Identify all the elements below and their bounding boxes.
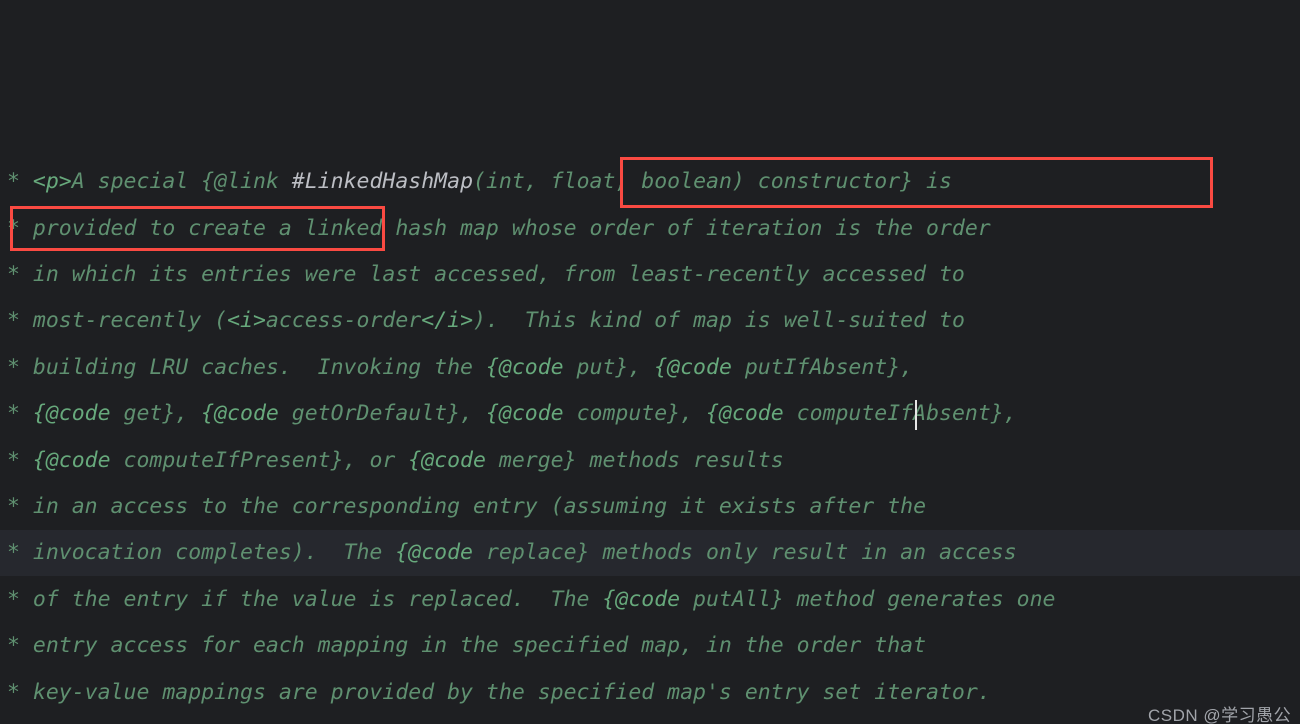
code-token-plain: * provided to create a linked hash map w… (7, 215, 991, 241)
code-line-text: * provided to create a linked hash map w… (7, 206, 1300, 252)
code-token-plain: A special {@link (71, 169, 292, 195)
code-line-text: * <i>No other methods generate entry acc… (7, 716, 1300, 724)
code-token-plain: replace} methods only result in an acces… (473, 540, 1017, 566)
code-editor-view[interactable]: * <p>A special {@link #LinkedHashMap(int… (0, 0, 1300, 724)
code-token-plain: * of the entry if the value is replaced.… (7, 586, 603, 612)
code-line[interactable]: * in an access to the corresponding entr… (0, 484, 1300, 530)
code-token-plain: putAll} method generates one (680, 586, 1056, 612)
code-token-plain: * most-recently ( (7, 308, 228, 334)
code-line-text: * of the entry if the value is replaced.… (7, 577, 1300, 623)
code-token-code: {@code (395, 540, 473, 566)
code-line-text: * invocation completes). The {@code repl… (7, 530, 1300, 576)
code-token-plain: * (7, 447, 33, 473)
code-line[interactable]: * in which its entries were last accesse… (0, 252, 1300, 298)
code-token-plain: * invocation completes). The (7, 540, 396, 566)
code-token-plain: ). This kind of map is well-suited to (473, 308, 965, 334)
code-token-plain: getOrDefault}, (278, 401, 486, 427)
code-token-plain: * key-value mappings are provided by the… (7, 679, 991, 705)
code-line[interactable]: * {@code computeIfPresent}, or {@code me… (0, 438, 1300, 484)
code-token-code: {@code (201, 401, 279, 427)
code-line[interactable]: * entry access for each mapping in the s… (0, 623, 1300, 669)
code-token-code: {@code (485, 354, 564, 380)
code-token-code: {@code (602, 586, 681, 612)
code-token-plain: putIfAbsent}, (731, 354, 914, 380)
code-token-code: {@code (706, 401, 784, 427)
code-token-code: {@code (32, 401, 111, 427)
code-line-text: * in which its entries were last accesse… (7, 252, 1300, 298)
code-line[interactable]: * key-value mappings are provided by the… (0, 670, 1300, 716)
code-token-plain: computeIfPresent}, or (110, 447, 409, 473)
code-line[interactable]: * <i>No other methods generate entry acc… (0, 716, 1300, 724)
code-line-text: * key-value mappings are provided by the… (7, 670, 1300, 716)
code-token-plain: * building LRU caches. Invoking the (7, 354, 486, 380)
code-token-plain: * (7, 401, 33, 427)
code-token-plain: put}, (563, 354, 655, 380)
code-token-code: {@code (408, 447, 486, 473)
code-token-plain: merge} methods results (485, 447, 784, 473)
code-token-plain: computeIfAbsent}, (783, 401, 1017, 427)
code-line-text: * <p>A special {@link #LinkedHashMap(int… (7, 159, 1300, 205)
csdn-watermark: CSDN @学习愚公 (1148, 706, 1292, 724)
code-token-plain: compute}, (563, 401, 707, 427)
code-token-link: #LinkedHashMap (291, 169, 474, 195)
code-line[interactable]: * {@code get}, {@code getOrDefault}, {@c… (0, 391, 1300, 437)
code-token-plain: get}, (110, 401, 202, 427)
code-token-tag: <p> (32, 169, 72, 195)
code-token-plain: access-order (265, 308, 422, 334)
code-token-plain: * in an access to the corresponding entr… (7, 493, 927, 519)
code-line-text: * entry access for each mapping in the s… (7, 623, 1300, 669)
code-token-plain: * (7, 169, 33, 195)
code-line-text: * {@code get}, {@code getOrDefault}, {@c… (7, 391, 1300, 437)
code-token-plain: * in which its entries were last accesse… (7, 262, 965, 287)
code-line-text: * in an access to the corresponding entr… (7, 484, 1300, 530)
code-line-text: * {@code computeIfPresent}, or {@code me… (7, 438, 1300, 484)
text-caret (915, 400, 917, 430)
code-line[interactable]: * most-recently (<i>access-order</i>). T… (0, 298, 1300, 344)
code-token-code: {@code (654, 354, 732, 380)
code-line[interactable]: * building LRU caches. Invoking the {@co… (0, 345, 1300, 391)
code-token-plain: * entry access for each mapping in the s… (7, 633, 927, 659)
code-token-plain: (int, float, boolean) constructor} is (473, 169, 952, 195)
code-line-text: * most-recently (<i>access-order</i>). T… (7, 298, 1300, 344)
code-line[interactable]: * invocation completes). The {@code repl… (0, 530, 1300, 577)
code-line[interactable]: * of the entry if the value is replaced.… (0, 577, 1300, 623)
code-line[interactable]: * provided to create a linked hash map w… (0, 206, 1300, 252)
code-line[interactable]: * <p>A special {@link #LinkedHashMap(int… (0, 159, 1300, 205)
code-token-tag: <i> (227, 308, 266, 334)
code-line-text: * building LRU caches. Invoking the {@co… (7, 345, 1300, 391)
code-token-code: {@code (485, 401, 564, 427)
code-token-tag: </i> (421, 308, 474, 334)
code-lines-container[interactable]: * <p>A special {@link #LinkedHashMap(int… (0, 20, 1300, 724)
code-token-code: {@code (32, 447, 111, 473)
